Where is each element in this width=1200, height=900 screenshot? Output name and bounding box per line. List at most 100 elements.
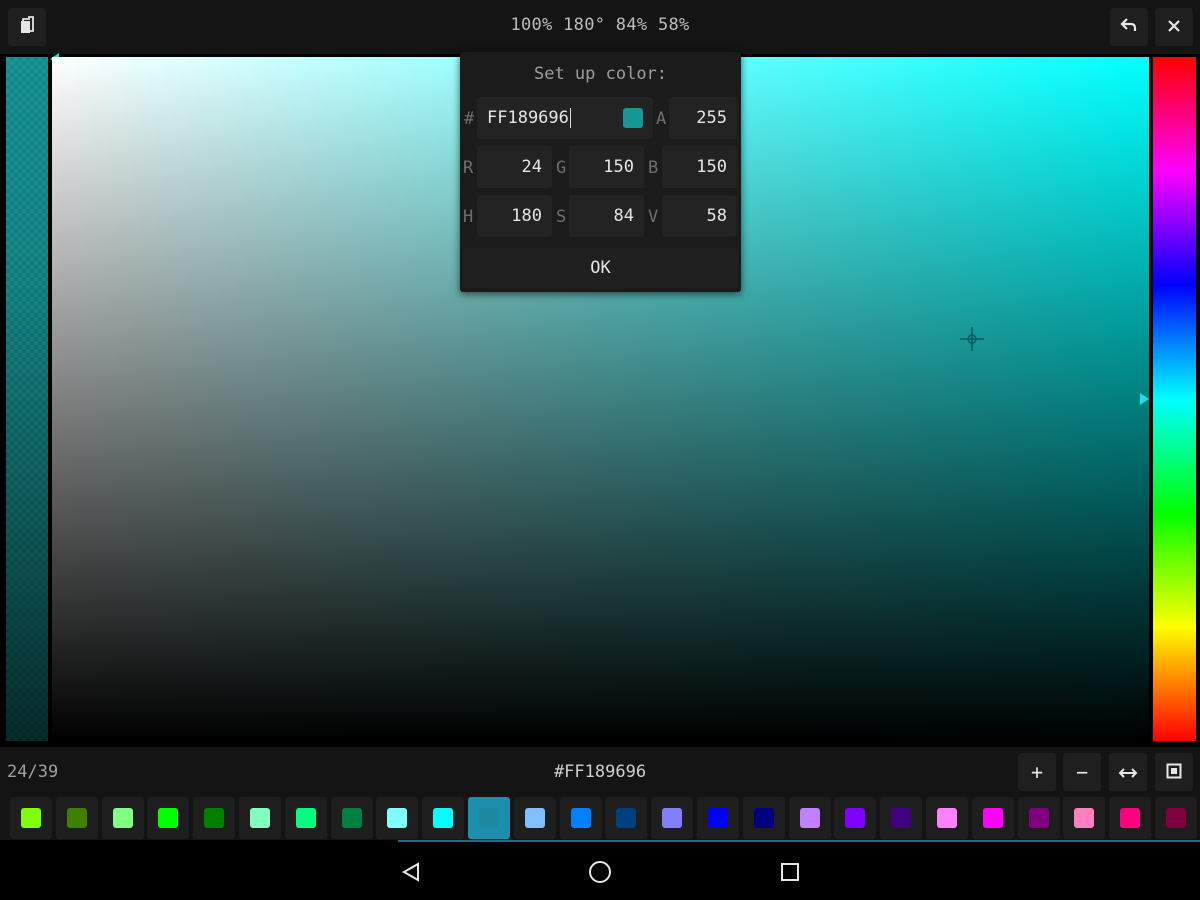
top-bar: 100% 180° 84% 58% xyxy=(0,0,1200,54)
swatch-color xyxy=(662,808,682,828)
swatch-color xyxy=(1166,808,1186,828)
alpha-label: A xyxy=(656,109,667,129)
swatch-color xyxy=(158,808,178,828)
palette-swatch[interactable] xyxy=(376,797,418,839)
blue-label: B xyxy=(648,158,659,178)
palette-swatch[interactable] xyxy=(605,797,647,839)
home-circle-icon[interactable] xyxy=(585,857,615,887)
color-summary-title: 100% 180° 84% 58% xyxy=(510,15,690,35)
palette-swatch[interactable] xyxy=(10,797,52,839)
swatch-color xyxy=(708,808,728,828)
palette-swatch[interactable] xyxy=(239,797,281,839)
hex-value: FF189696 xyxy=(487,108,569,128)
blue-value: 150 xyxy=(696,157,727,177)
swatch-color xyxy=(937,808,957,828)
remove-color-button[interactable]: − xyxy=(1063,753,1101,791)
set-color-dialog: Set up color: # FF189696 A 255 R 24 G 15… xyxy=(460,52,741,292)
palette-swatch[interactable] xyxy=(651,797,693,839)
swatch-color xyxy=(113,808,133,828)
swatch-color xyxy=(250,808,270,828)
palette-swatch[interactable] xyxy=(147,797,189,839)
swatch-color xyxy=(433,808,453,828)
swatch-color xyxy=(1074,808,1094,828)
palette-swatch-selected[interactable] xyxy=(468,797,510,839)
system-navbar xyxy=(0,843,1200,900)
red-value: 24 xyxy=(521,157,542,177)
swatch-color xyxy=(571,808,591,828)
palette-swatch[interactable] xyxy=(285,797,327,839)
swatch-color xyxy=(479,808,499,828)
palette-swatch[interactable] xyxy=(1063,797,1105,839)
alpha-input[interactable]: 255 xyxy=(669,97,737,139)
palette-scroll-indicator xyxy=(398,840,1200,842)
recents-square-icon[interactable] xyxy=(775,857,805,887)
swatch-color xyxy=(342,808,362,828)
value-value: 58 xyxy=(706,206,727,226)
alpha-value: 255 xyxy=(696,108,727,128)
red-label: R xyxy=(463,158,474,178)
saturation-value: 84 xyxy=(613,206,634,226)
hex-label: # xyxy=(464,109,475,129)
swatch-color xyxy=(387,808,407,828)
palette-swatch[interactable] xyxy=(972,797,1014,839)
blue-input[interactable]: 150 xyxy=(662,146,737,188)
palette-swatch[interactable] xyxy=(422,797,464,839)
palette-swatch[interactable] xyxy=(834,797,876,839)
swatch-color xyxy=(616,808,636,828)
hue-value: 180 xyxy=(511,206,542,226)
swap-button[interactable] xyxy=(1109,753,1147,791)
palette-swatch[interactable] xyxy=(193,797,235,839)
fullscreen-button[interactable] xyxy=(1155,753,1193,791)
palette-swatch[interactable] xyxy=(1155,797,1197,839)
swatch-color xyxy=(983,808,1003,828)
saturation-label: S xyxy=(556,207,567,227)
palette-swatch[interactable] xyxy=(1109,797,1151,839)
hex-input[interactable]: FF189696 xyxy=(477,97,653,139)
swatch-color xyxy=(1120,808,1140,828)
palette-swatch[interactable] xyxy=(1018,797,1060,839)
crosshair-icon[interactable] xyxy=(959,326,985,352)
value-label: V xyxy=(648,207,659,227)
swatch-color xyxy=(800,808,820,828)
text-caret xyxy=(569,108,571,128)
green-input[interactable]: 150 xyxy=(569,146,644,188)
dialog-title: Set up color: xyxy=(533,64,668,84)
palette-swatch[interactable] xyxy=(560,797,602,839)
alpha-checker-overlay xyxy=(6,57,48,741)
red-input[interactable]: 24 xyxy=(477,146,552,188)
swatch-color xyxy=(204,808,224,828)
swatch-color xyxy=(67,808,87,828)
green-label: G xyxy=(556,158,567,178)
hue-slider-marker[interactable] xyxy=(1140,393,1149,405)
palette-swatch[interactable] xyxy=(926,797,968,839)
green-value: 150 xyxy=(603,157,634,177)
back-triangle-icon[interactable] xyxy=(396,857,426,887)
square-icon xyxy=(1166,760,1182,784)
palette-swatch[interactable] xyxy=(514,797,556,839)
undo-button[interactable] xyxy=(1110,8,1148,46)
palette-swatch[interactable] xyxy=(331,797,373,839)
close-icon xyxy=(1167,18,1181,37)
ok-button[interactable]: OK xyxy=(463,248,738,288)
undo-icon xyxy=(1120,17,1138,37)
palette-swatch[interactable] xyxy=(56,797,98,839)
swatch-color xyxy=(845,808,865,828)
palette-swatch[interactable] xyxy=(880,797,922,839)
swatch-color xyxy=(1029,808,1049,828)
palette-swatch[interactable] xyxy=(743,797,785,839)
add-color-button[interactable]: + xyxy=(1018,753,1056,791)
hue-slider[interactable] xyxy=(1153,57,1196,741)
palette-swatch[interactable] xyxy=(789,797,831,839)
swatch-color xyxy=(525,808,545,828)
swatch-color xyxy=(754,808,774,828)
hue-input[interactable]: 180 xyxy=(477,195,552,237)
swatch-color xyxy=(296,808,316,828)
palette-swatch[interactable] xyxy=(102,797,144,839)
palette-swatch[interactable] xyxy=(697,797,739,839)
bottom-bar: 24/39 #FF189696 + − xyxy=(0,747,1200,797)
palette-row xyxy=(0,797,1200,840)
hue-label: H xyxy=(463,207,474,227)
close-button[interactable] xyxy=(1155,8,1193,46)
value-input[interactable]: 58 xyxy=(662,195,737,237)
saturation-input[interactable]: 84 xyxy=(569,195,644,237)
